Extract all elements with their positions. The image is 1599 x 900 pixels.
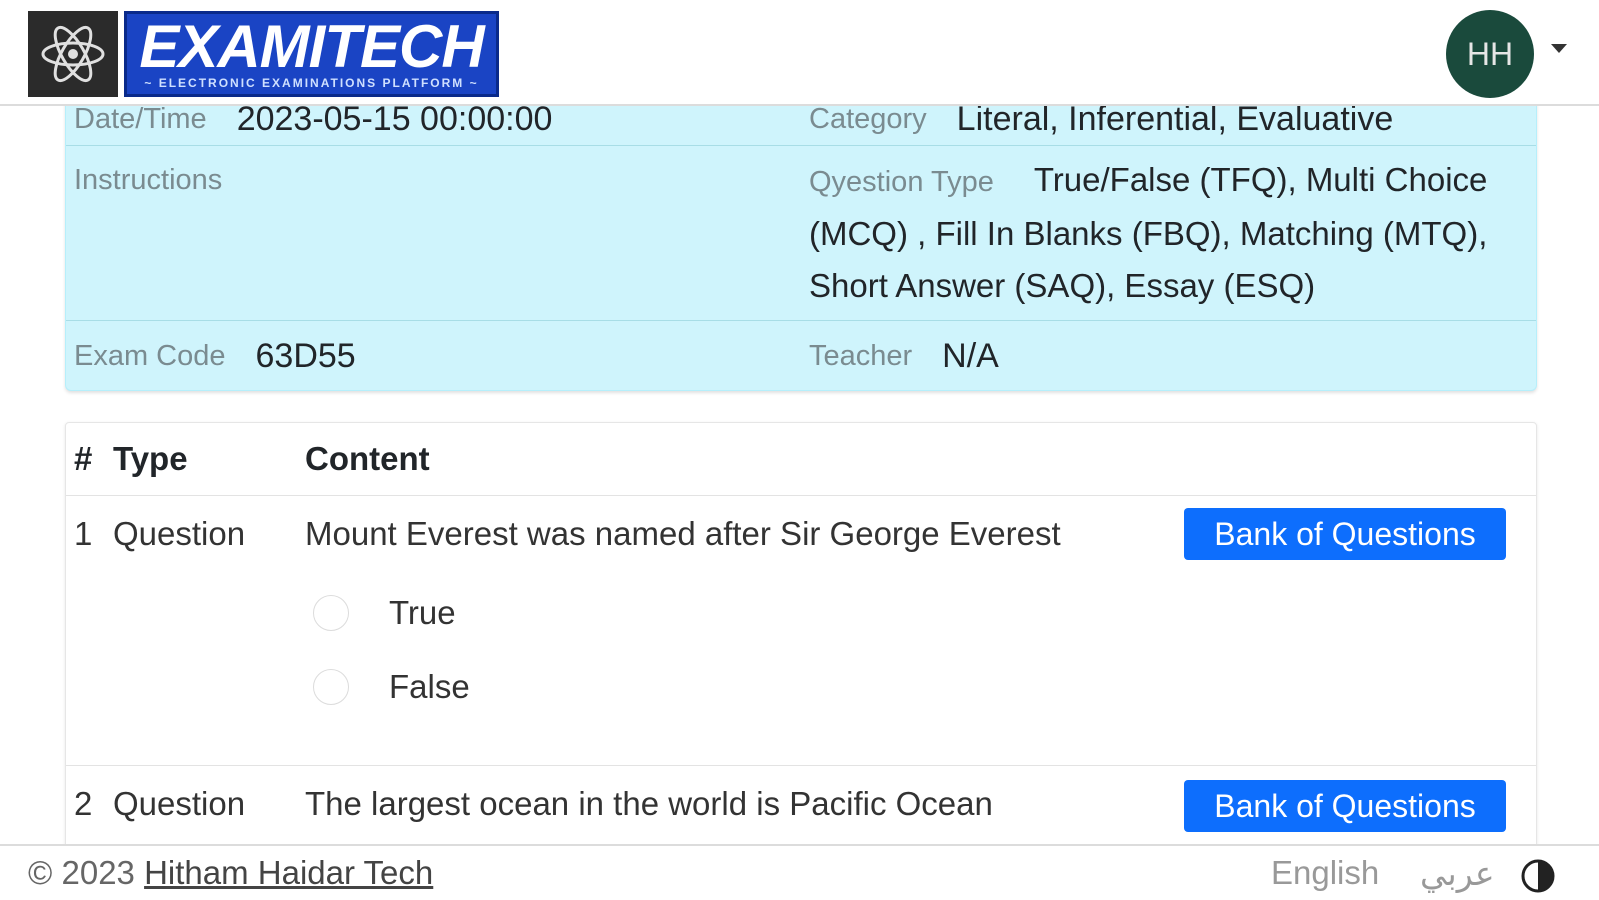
page-footer: © 2023 Hitham Haidar Tech English عربي — [0, 844, 1599, 900]
table-header: # Type Content — [66, 423, 1536, 496]
examitech-logo[interactable]: EXAMITECH ~ ELECTRONIC EXAMINATIONS PLAT… — [124, 11, 499, 97]
table-row: 1 Question Mount Everest was named after… — [66, 496, 1536, 766]
exam-code-value: 63D55 — [255, 337, 356, 375]
exam-code-label: Exam Code — [74, 340, 226, 372]
chevron-down-icon[interactable] — [1551, 44, 1567, 53]
info-row-instructions: Instructions Qyestion Type True/False (TF… — [66, 145, 1536, 320]
row-num: 1 — [74, 515, 93, 552]
logo-subtitle: ~ ELECTRONIC EXAMINATIONS PLATFORM ~ — [144, 76, 479, 90]
bank-of-questions-button[interactable]: Bank of Questions — [1184, 508, 1506, 560]
language-arabic-link[interactable]: عربي — [1420, 854, 1495, 893]
logo-title: EXAMITECH — [139, 13, 484, 80]
top-header: EXAMITECH ~ ELECTRONIC EXAMINATIONS PLAT… — [0, 0, 1599, 106]
row-type: Question — [113, 515, 246, 552]
user-avatar[interactable]: HH — [1446, 10, 1534, 98]
header-content: Content — [305, 440, 430, 477]
main-content: Date/Time 2023-05-15 00:00:00 Category L… — [0, 0, 1599, 900]
info-row-code: Exam Code 63D55 Teacher N/A — [66, 320, 1536, 390]
bank-of-questions-button[interactable]: Bank of Questions — [1184, 780, 1506, 832]
radio-false[interactable] — [313, 669, 349, 705]
teacher-value: N/A — [942, 337, 999, 375]
copyright: © 2023 Hitham Haidar Tech — [28, 854, 433, 892]
option-label: True — [389, 594, 456, 631]
instructions-label: Instructions — [74, 164, 223, 196]
question-type-label: Qyestion Type — [809, 166, 994, 198]
exam-info-panel: Date/Time 2023-05-15 00:00:00 Category L… — [65, 80, 1537, 391]
header-num: # — [74, 440, 93, 477]
theme-toggle-icon[interactable] — [1520, 858, 1556, 894]
teacher-label: Teacher — [809, 340, 913, 372]
option-label: False — [389, 668, 470, 705]
option-true[interactable]: True — [305, 576, 1536, 650]
answer-options: True False — [305, 576, 1536, 724]
copyright-text: © 2023 — [28, 854, 135, 891]
header-type: Type — [113, 440, 188, 477]
atom-icon — [41, 25, 105, 83]
option-false[interactable]: False — [305, 650, 1536, 724]
atom-logo-icon[interactable] — [28, 11, 118, 97]
company-link[interactable]: Hitham Haidar Tech — [144, 854, 433, 891]
language-english-link[interactable]: English — [1271, 854, 1379, 892]
radio-true[interactable] — [313, 595, 349, 631]
questions-table: # Type Content 1 Question Mount Everest … — [65, 422, 1537, 877]
